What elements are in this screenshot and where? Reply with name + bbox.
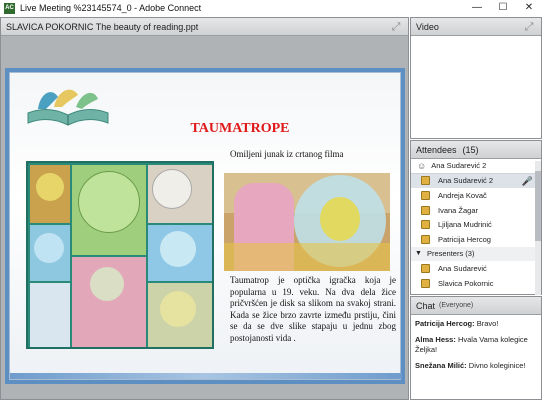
attendees-pod-header: Attendees (15)	[411, 141, 541, 159]
attendee-count: (15)	[462, 144, 479, 155]
slide-subtitle: Omiljeni junak iz crtanog filma	[230, 149, 344, 159]
expand-icon[interactable]: ⤢	[523, 21, 535, 33]
close-button[interactable]: ✕	[516, 0, 542, 16]
chat-pod-header: Chat (Everyone)	[411, 297, 541, 315]
presenter-badge-icon	[421, 278, 430, 288]
chat-pod-title: Chat	[416, 300, 436, 311]
chat-text: Bravo!	[474, 319, 499, 328]
chat-author: Snežana Milić:	[415, 361, 467, 370]
host-badge-icon	[421, 220, 430, 230]
slide-decoration-bar	[10, 373, 402, 379]
share-pod: SLAVICA POKORNIC The beauty of reading.p…	[0, 17, 409, 400]
chat-message: Alma Hess: Hvala Vama kolegice Željka!	[411, 331, 541, 357]
collapse-arrow-icon[interactable]: ▼	[415, 250, 422, 257]
attendees-pod: Attendees (15) ☺ Ana Sudarević 2 Ana Sud…	[410, 140, 542, 295]
attendee-name: Ivana Žagar	[438, 205, 479, 215]
adobe-connect-logo-icon: AC	[4, 2, 15, 14]
host-badge-icon	[421, 190, 430, 200]
presenter-badge-icon	[421, 263, 430, 273]
minimize-button[interactable]: —	[464, 0, 490, 16]
host-badge-icon	[421, 234, 430, 244]
user-icon: ☺	[417, 160, 427, 171]
presenters-group-label: Presenters (3)	[426, 249, 475, 259]
attendee-row[interactable]: Ljiljana Mudrinić	[411, 217, 541, 232]
photo-collage	[26, 161, 214, 349]
share-pod-header: SLAVICA POKORNIC The beauty of reading.p…	[1, 18, 408, 36]
attendee-name: Andreja Kovač	[438, 190, 487, 200]
attendee-row[interactable]: Ana Sudarević 2 🎤	[411, 173, 541, 189]
window-titlebar: AC Live Meeting %23145574_0 - Adobe Conn…	[0, 0, 542, 16]
share-pod-title: SLAVICA POKORNIC The beauty of reading.p…	[6, 21, 199, 32]
attendee-row[interactable]: Slavica Pokornic	[411, 276, 541, 291]
chat-pod: Chat (Everyone) Patricija Hercog: Bravo!…	[410, 296, 542, 400]
chat-scope: (Everyone)	[439, 302, 474, 309]
chat-author: Alma Hess:	[415, 335, 456, 344]
window-title: Live Meeting %23145574_0 - Adobe Connect	[20, 3, 202, 13]
attendees-scrollbar-thumb[interactable]	[535, 171, 541, 241]
attendee-row[interactable]: Patricija Hercog	[411, 232, 541, 247]
slide-body-text: Taumatrop je optička igračka koja je pop…	[230, 275, 396, 343]
chat-message: Snežana Milić: Divno koleginice!	[411, 357, 541, 373]
video-pod-title: Video	[416, 21, 439, 32]
video-pod: Video ⤢	[410, 17, 542, 139]
attendee-row[interactable]: Ivana Žagar	[411, 203, 541, 218]
attendee-name: Ljiljana Mudrinić	[438, 220, 492, 230]
attendee-row[interactable]: Andreja Kovač	[411, 188, 541, 203]
expand-icon[interactable]: ⤢	[390, 21, 402, 33]
chat-text: Divno koleginice!	[466, 361, 526, 370]
chat-message: Patricija Hercog: Bravo!	[411, 315, 541, 331]
host-badge-icon	[421, 176, 430, 186]
video-pod-header: Video ⤢	[411, 18, 541, 36]
host-badge-icon	[421, 205, 430, 215]
thaumatrope-photo	[224, 173, 390, 271]
chat-author: Patricija Hercog:	[415, 319, 475, 328]
microphone-icon: 🎤	[521, 175, 533, 186]
attendee-row[interactable]: Ana Sudarević	[411, 261, 541, 276]
attendee-name: Ana Sudarević	[438, 263, 487, 273]
slide-viewport: TAUMATROPE Omiljeni junak iz crtanog fil…	[5, 68, 405, 384]
attendees-pod-title: Attendees	[416, 144, 457, 155]
maximize-button[interactable]: ☐	[490, 0, 516, 16]
attendee-name: Slavica Pokornic	[438, 278, 494, 288]
attendee-name: Ana Sudarević 2	[438, 176, 494, 186]
my-name: Ana Sudarević 2	[431, 161, 487, 171]
open-book-illustration	[27, 89, 109, 126]
attendee-name: Patricija Hercog	[438, 234, 491, 244]
presenters-group-header[interactable]: ▼ Presenters (3)	[411, 246, 541, 262]
presentation-slide: TAUMATROPE Omiljeni junak iz crtanog fil…	[9, 72, 402, 380]
slide-title: TAUMATROPE	[190, 121, 290, 136]
my-status-row[interactable]: ☺ Ana Sudarević 2	[411, 159, 541, 174]
